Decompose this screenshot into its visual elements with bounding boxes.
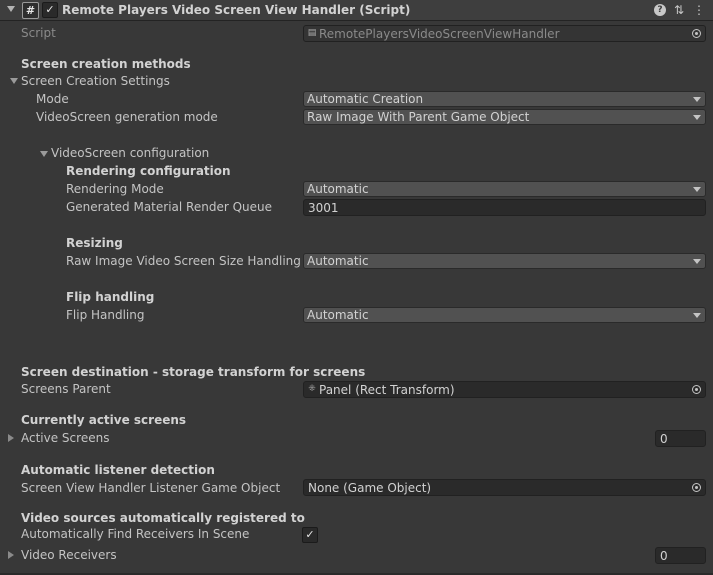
find-receivers-checkbox[interactable]: ✓ xyxy=(302,527,318,543)
video-receivers-size-value: 0 xyxy=(660,549,668,563)
video-receivers-foldout[interactable]: Video Receivers xyxy=(21,548,117,562)
mode-value: Automatic Creation xyxy=(307,92,424,106)
listener-object-field[interactable]: None (Game Object) xyxy=(303,479,706,496)
object-picker-icon[interactable] xyxy=(692,385,701,394)
listener-object-value: None (Game Object) xyxy=(308,481,432,495)
section-title-listener: Automatic listener detection xyxy=(21,463,215,477)
screens-parent-value: Panel (Rect Transform) xyxy=(319,383,455,397)
flip-handling-dropdown[interactable]: Automatic xyxy=(303,307,706,323)
active-screens-size-value: 0 xyxy=(660,432,668,446)
size-handling-dropdown[interactable]: Automatic xyxy=(303,253,706,269)
object-picker-icon[interactable] xyxy=(692,29,701,38)
screens-parent-field[interactable]: ⁜ Panel (Rect Transform) xyxy=(303,381,706,398)
foldout-screen-creation-settings[interactable]: Screen Creation Settings xyxy=(21,74,170,88)
section-title-active: Currently active screens xyxy=(21,413,187,427)
dropdown-arrow-icon xyxy=(693,97,701,102)
script-label: Script xyxy=(21,26,56,40)
size-handling-value: Automatic xyxy=(307,254,369,268)
active-screens-size-input[interactable]: 0 xyxy=(655,430,706,447)
component-foldout-arrow[interactable] xyxy=(7,6,15,12)
script-field-value: RemotePlayersVideoScreenViewHandler xyxy=(319,27,560,41)
dropdown-arrow-icon xyxy=(693,115,701,120)
script-icon: # xyxy=(22,2,39,19)
render-queue-input[interactable]: 3001 xyxy=(303,199,706,216)
component-enabled-checkbox[interactable]: ✓ xyxy=(42,2,58,18)
script-file-icon: ▤ xyxy=(307,28,317,38)
script-field[interactable]: ▤ RemotePlayersVideoScreenViewHandler xyxy=(303,25,706,42)
flip-handling-value: Automatic xyxy=(307,308,369,322)
generation-mode-value: Raw Image With Parent Game Object xyxy=(307,110,530,124)
foldout-collapsed-icon[interactable] xyxy=(8,434,14,442)
find-receivers-label: Automatically Find Receivers In Scene xyxy=(21,527,250,541)
foldout-arrow-icon[interactable] xyxy=(10,78,18,84)
generation-mode-dropdown[interactable]: Raw Image With Parent Game Object xyxy=(303,109,706,125)
render-queue-label: Generated Material Render Queue xyxy=(66,200,272,214)
render-queue-value: 3001 xyxy=(308,201,339,215)
foldout-collapsed-icon[interactable] xyxy=(8,551,14,559)
section-title-creation: Screen creation methods xyxy=(21,57,191,71)
foldout-arrow-icon[interactable] xyxy=(40,151,48,157)
rect-transform-icon: ⁜ xyxy=(308,384,316,394)
generation-mode-label: VideoScreen generation mode xyxy=(36,110,218,124)
context-menu-icon[interactable]: ⋮ xyxy=(692,3,706,17)
presets-icon[interactable]: ⇅ xyxy=(672,3,686,17)
flip-handling-label: Flip Handling xyxy=(66,308,145,322)
component-title: Remote Players Video Screen View Handler… xyxy=(62,3,411,17)
video-receivers-size-input[interactable]: 0 xyxy=(655,547,706,564)
foldout-videoscreen-configuration[interactable]: VideoScreen configuration xyxy=(51,146,209,160)
active-screens-foldout[interactable]: Active Screens xyxy=(21,431,109,445)
rendering-mode-value: Automatic xyxy=(307,182,369,196)
rendering-mode-dropdown[interactable]: Automatic xyxy=(303,181,706,197)
dropdown-arrow-icon xyxy=(693,313,701,318)
listener-object-label: Screen View Handler Listener Game Object xyxy=(21,481,281,495)
section-title-destination: Screen destination - storage transform f… xyxy=(21,365,366,379)
resizing-title: Resizing xyxy=(66,236,123,250)
dropdown-arrow-icon xyxy=(693,259,701,264)
size-handling-label: Raw Image Video Screen Size Handling xyxy=(66,254,301,268)
object-picker-icon[interactable] xyxy=(692,483,701,492)
mode-label: Mode xyxy=(36,92,69,106)
dropdown-arrow-icon xyxy=(693,187,701,192)
rendering-mode-label: Rendering Mode xyxy=(66,182,164,196)
rendering-config-title: Rendering configuration xyxy=(66,164,231,178)
mode-dropdown[interactable]: Automatic Creation xyxy=(303,91,706,107)
help-icon[interactable]: ? xyxy=(654,4,666,16)
flip-handling-title: Flip handling xyxy=(66,290,155,304)
screens-parent-label: Screens Parent xyxy=(21,382,111,396)
section-title-sources: Video sources automatically registered t… xyxy=(21,511,305,525)
